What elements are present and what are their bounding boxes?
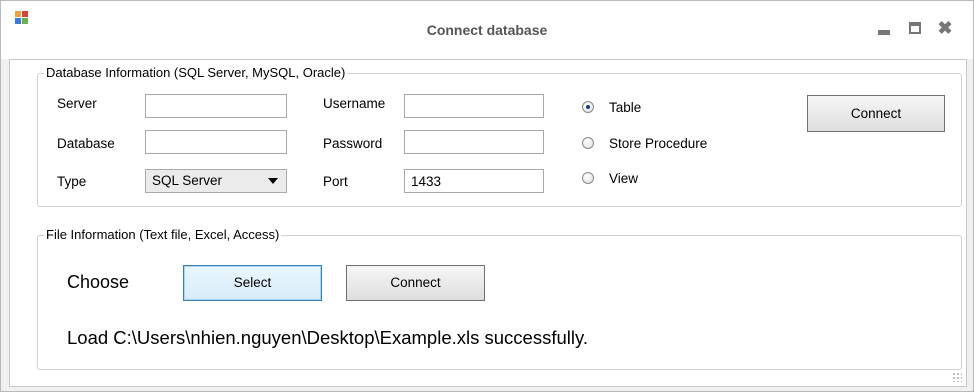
radio-store-procedure-label: Store Procedure (609, 136, 708, 151)
close-icon[interactable]: ✖ (936, 19, 954, 37)
window-title: Connect database (426, 22, 548, 38)
password-label: Password (323, 136, 383, 151)
connect-database-window: Connect database ✖ Database Information … (0, 0, 974, 392)
type-select-value: SQL Server (152, 173, 223, 188)
db-connect-button[interactable]: Connect (807, 95, 945, 132)
database-info-legend: Database Information (SQL Server, MySQL,… (44, 65, 348, 80)
dropdown-arrow-icon (268, 178, 278, 184)
radio-view-button[interactable] (582, 172, 594, 184)
username-label: Username (323, 96, 386, 111)
radio-table-button[interactable] (582, 101, 594, 113)
status-message: Load C:\Users\nhien.nguyen\Desktop\Examp… (67, 327, 588, 348)
file-info-legend: File Information (Text file, Excel, Acce… (44, 227, 282, 242)
port-input[interactable]: 1433 (404, 169, 544, 193)
file-connect-button[interactable]: Connect (346, 265, 485, 301)
database-info-group: Database Information (SQL Server, MySQL,… (37, 65, 962, 207)
radio-store-procedure-button[interactable] (582, 137, 594, 149)
database-input[interactable] (145, 130, 287, 154)
username-input[interactable] (404, 94, 544, 118)
file-info-group: File Information (Text file, Excel, Acce… (37, 227, 962, 370)
radio-table-label: Table (609, 100, 642, 115)
port-label: Port (323, 174, 348, 189)
resize-grip-icon[interactable] (952, 372, 962, 382)
select-file-button[interactable]: Select (183, 265, 322, 301)
type-label: Type (57, 174, 87, 189)
server-input[interactable] (145, 94, 287, 118)
radio-view-label: View (609, 171, 639, 186)
title-bar[interactable]: Connect database ✖ (1, 1, 973, 59)
form-client-area: Database Information (SQL Server, MySQL,… (9, 59, 967, 387)
server-label: Server (57, 96, 97, 111)
maximize-icon[interactable] (906, 19, 924, 37)
database-label: Database (57, 136, 115, 151)
minimize-icon[interactable] (875, 19, 893, 37)
password-input[interactable] (404, 130, 544, 154)
choose-label: Choose (67, 272, 130, 292)
type-select[interactable]: SQL Server (145, 169, 287, 193)
